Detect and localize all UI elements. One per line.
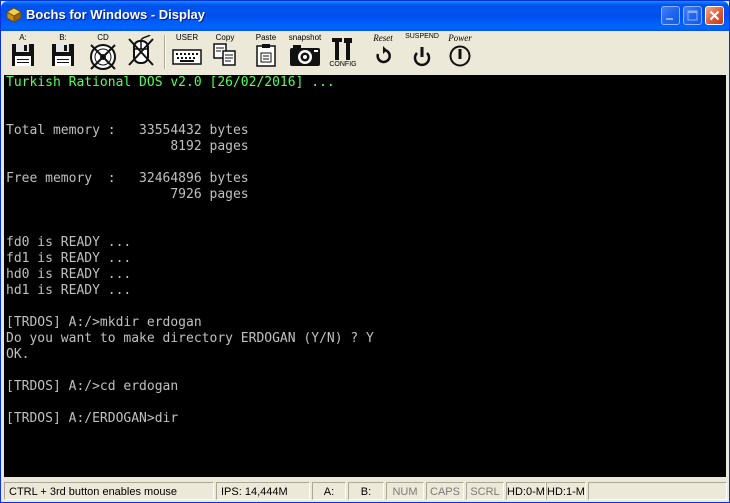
floppy-a-button[interactable]: A: bbox=[8, 33, 38, 71]
minimize-icon bbox=[666, 18, 673, 20]
console-line: Free memory : 32464896 bytes bbox=[6, 171, 249, 186]
toolbar: A: B: CD USER Copy Paste snapshot CONFIG… bbox=[2, 31, 729, 73]
console-line: Turkish Rational DOS v2.0 [26/02/2016] .… bbox=[6, 75, 335, 90]
suspend-icon bbox=[413, 47, 431, 67]
cdrom-button[interactable]: CD bbox=[86, 33, 120, 71]
console-line: Do you want to make directory ERDOGAN (Y… bbox=[6, 331, 374, 346]
snapshot-label: snapshot bbox=[288, 33, 322, 42]
title-bar[interactable]: Bochs for Windows - Display bbox=[1, 1, 729, 31]
status-hd0: HD:0-M bbox=[506, 482, 546, 500]
config-tools-icon bbox=[332, 38, 352, 60]
copy-button[interactable]: Copy bbox=[210, 33, 240, 71]
cdrom-disabled-icon bbox=[90, 44, 116, 70]
reset-button[interactable]: Reset bbox=[366, 33, 400, 71]
copy-label: Copy bbox=[215, 33, 235, 42]
maximize-icon bbox=[687, 10, 698, 21]
console-line: fd0 is READY ... bbox=[6, 235, 132, 250]
console-line: hd1 is READY ... bbox=[6, 283, 132, 298]
floppy-disk-icon bbox=[12, 44, 34, 66]
maximize-button[interactable] bbox=[683, 6, 702, 25]
user-label: USER bbox=[175, 33, 199, 42]
bochs-app-icon bbox=[6, 7, 22, 23]
status-caps-lock: CAPS bbox=[426, 482, 464, 500]
console-line: 7926 pages bbox=[6, 187, 249, 202]
status-floppy-b: B: bbox=[348, 482, 384, 500]
status-floppy-a: A: bbox=[312, 482, 346, 500]
config-button[interactable]: CONFIG bbox=[326, 33, 360, 71]
cdrom-label: CD bbox=[97, 33, 109, 42]
console-line: fd1 is READY ... bbox=[6, 251, 132, 266]
paste-button[interactable]: Paste bbox=[250, 33, 282, 71]
suspend-label: SUSPEND bbox=[405, 33, 439, 40]
console-line: OK. bbox=[6, 347, 30, 362]
status-scroll-lock: SCRL bbox=[466, 482, 504, 500]
status-empty-cell bbox=[588, 482, 727, 500]
power-label: Power bbox=[448, 33, 472, 43]
floppy-b-label: B: bbox=[59, 33, 67, 42]
floppy-a-label: A: bbox=[19, 33, 27, 42]
status-mouse-hint: CTRL + 3rd button enables mouse bbox=[4, 482, 214, 500]
status-hd1: HD:1-M bbox=[546, 482, 586, 500]
window-title: Bochs for Windows - Display bbox=[26, 7, 206, 22]
minimize-button[interactable] bbox=[661, 6, 680, 25]
paste-label: Paste bbox=[255, 33, 277, 42]
console-line: [TRDOS] A:/>mkdir erdogan bbox=[6, 315, 202, 330]
console-line: 8192 pages bbox=[6, 139, 249, 154]
status-ips: IPS: 14,444M bbox=[216, 482, 310, 500]
floppy-disk-icon bbox=[52, 44, 74, 66]
close-icon bbox=[709, 10, 720, 21]
status-bar: CTRL + 3rd button enables mouse IPS: 14,… bbox=[2, 480, 729, 502]
config-label: CONFIG bbox=[329, 61, 357, 68]
close-button[interactable] bbox=[705, 6, 724, 25]
floppy-b-button[interactable]: B: bbox=[48, 33, 78, 71]
console-line: [TRDOS] A:/>cd erdogan bbox=[6, 379, 179, 394]
mouse-disabled-icon bbox=[128, 35, 154, 66]
console-line: Total memory : 33554432 bytes bbox=[6, 123, 249, 138]
reset-label: Reset bbox=[373, 33, 393, 43]
camera-icon bbox=[290, 45, 320, 66]
power-button[interactable]: Power bbox=[442, 33, 478, 71]
suspend-button[interactable]: SUSPEND bbox=[404, 33, 440, 71]
paste-icon bbox=[256, 44, 276, 67]
bochs-window: Bochs for Windows - Display A: B: CD USE… bbox=[0, 0, 730, 503]
emulator-display[interactable]: Turkish Rational DOS v2.0 [26/02/2016] .… bbox=[4, 75, 726, 477]
console-line: [TRDOS] A:/ERDOGAN>dir bbox=[6, 411, 179, 426]
copy-icon bbox=[213, 43, 236, 66]
toolbar-separator bbox=[164, 35, 166, 69]
user-button[interactable]: USER bbox=[170, 33, 204, 71]
keyboard-icon bbox=[172, 49, 202, 65]
mouse-toggle-button[interactable] bbox=[124, 33, 158, 71]
reset-icon bbox=[376, 46, 391, 64]
power-icon bbox=[449, 45, 471, 67]
status-num-lock: NUM bbox=[386, 482, 424, 500]
console-line: hd0 is READY ... bbox=[6, 267, 132, 282]
snapshot-button[interactable]: snapshot bbox=[286, 33, 324, 71]
